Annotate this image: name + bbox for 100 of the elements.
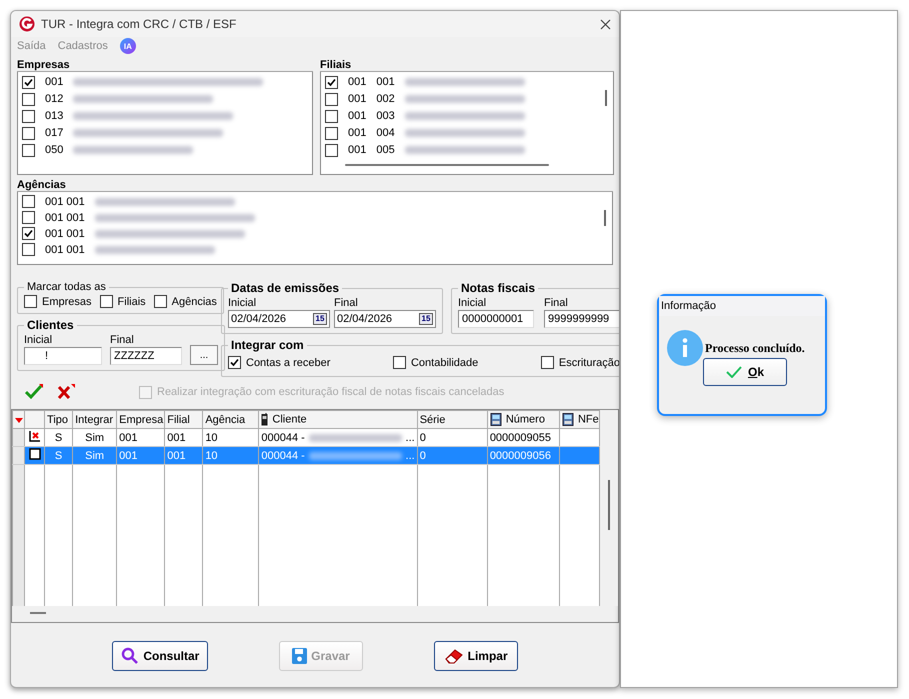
ok-button[interactable]: Ok <box>703 358 787 386</box>
action-button[interactable]: Consultar <box>112 641 208 671</box>
search-icon <box>121 647 140 665</box>
table-cell: Sim <box>85 450 104 462</box>
checkbox-label: Contabilidade <box>410 356 478 368</box>
list-item-code: 005 <box>376 144 395 156</box>
list-item-code: 001 001 <box>45 228 85 240</box>
checkbox[interactable] <box>22 227 35 240</box>
device-icon <box>490 413 502 426</box>
device-icon <box>562 413 574 426</box>
column-title: Série <box>420 414 446 426</box>
column-header[interactable]: Empresa <box>116 410 165 428</box>
list-item-code: 004 <box>376 127 395 139</box>
table-cell: S <box>54 432 62 444</box>
checkbox[interactable] <box>392 356 406 369</box>
table-cell: ... <box>406 450 415 462</box>
table-cell: 0 <box>420 450 426 462</box>
column-title: Empresa <box>119 414 164 426</box>
table-cell: 000044 - <box>261 432 305 444</box>
group-title: Clientes <box>26 318 75 332</box>
checkbox[interactable] <box>325 76 338 88</box>
field-label: Inicial <box>458 297 488 309</box>
column-header[interactable]: Cliente <box>258 410 418 428</box>
group-title: Datas de emissões <box>230 281 340 295</box>
phone-icon <box>261 413 268 426</box>
column-header[interactable] <box>12 410 25 428</box>
input-field[interactable]: ! <box>24 347 102 365</box>
table-cell: 000044 - <box>261 450 305 462</box>
app-logo-icon <box>19 16 35 32</box>
list-item-code: 003 <box>376 110 395 122</box>
column-title: Agência <box>205 414 246 426</box>
list-item-code: 001 <box>45 76 64 88</box>
ai-badge[interactable]: IA <box>120 38 136 54</box>
date-field[interactable]: 02/04/2026 15 <box>228 310 330 328</box>
checkbox[interactable] <box>154 295 167 308</box>
column-header[interactable]: Filial <box>164 410 203 428</box>
checkbox[interactable] <box>325 92 338 106</box>
eraser-icon <box>444 647 464 665</box>
input-field[interactable]: 9999999999 <box>544 310 619 328</box>
checkbox-label: Agências <box>172 296 217 308</box>
checkbox[interactable] <box>540 356 554 369</box>
checkbox[interactable] <box>24 295 37 308</box>
field-label: Final <box>110 334 135 346</box>
column-header[interactable]: Número <box>487 410 560 428</box>
confirm-check-icon[interactable] <box>25 384 43 400</box>
close-icon[interactable] <box>600 18 611 30</box>
input-field[interactable]: ZZZZZZ <box>110 347 182 365</box>
checkbox[interactable] <box>325 144 338 156</box>
field-label: Inicial <box>24 334 54 346</box>
list-item-code: 001 <box>376 76 395 88</box>
sort-caret-icon <box>15 418 23 422</box>
checkbox[interactable] <box>22 144 35 156</box>
browse-button[interactable]: ... <box>190 345 218 365</box>
checkbox-label: Filiais <box>118 296 146 308</box>
list-item-code: 001 <box>348 110 366 122</box>
checkbox[interactable] <box>325 110 338 122</box>
list-item-code: 001 001 <box>45 212 85 224</box>
list-item-code: 017 <box>45 127 64 139</box>
checkbox[interactable] <box>325 126 338 140</box>
date-field[interactable]: 02/04/2026 15 <box>334 310 436 328</box>
info-icon <box>667 330 703 366</box>
calendar-button[interactable]: 15 <box>419 313 433 325</box>
input-field[interactable]: 0000000001 <box>458 310 534 328</box>
table-cell: 0000009056 <box>490 450 551 462</box>
checkbox[interactable] <box>22 92 35 106</box>
rejected-checkbox-icon[interactable] <box>28 430 41 442</box>
checkbox[interactable] <box>228 356 241 369</box>
checkbox[interactable] <box>22 126 35 140</box>
column-header[interactable]: NFe <box>559 410 600 428</box>
list-item-code: 050 <box>45 144 64 156</box>
table-cell: Sim <box>85 432 104 444</box>
field-label: Final <box>544 297 569 309</box>
column-title: NFe <box>578 413 599 426</box>
table-cell: 001 <box>167 450 186 462</box>
checkbox[interactable] <box>22 211 35 224</box>
checkbox-icon[interactable] <box>28 448 41 460</box>
action-button[interactable]: Limpar <box>434 641 518 671</box>
table-cell: ... <box>406 432 415 444</box>
group-title: Marcar todas as <box>26 281 107 293</box>
list-item-code: 001 <box>348 144 366 156</box>
field-label: Inicial <box>228 297 258 309</box>
checkbox[interactable] <box>22 195 35 208</box>
checkbox[interactable] <box>22 243 35 256</box>
table-cell: S <box>54 450 62 462</box>
group-title: Integrar com <box>230 338 305 352</box>
column-title: Tipo <box>47 414 68 426</box>
table-cell: 0 <box>420 432 426 444</box>
calendar-button[interactable]: 15 <box>313 313 327 325</box>
cancel-x-icon[interactable] <box>57 384 75 400</box>
table-cell: 001 <box>119 432 138 444</box>
column-header[interactable]: Série <box>417 410 488 428</box>
column-header[interactable]: Agência <box>202 410 259 428</box>
list-item-code: 013 <box>45 110 64 122</box>
column-header[interactable]: Integrar <box>72 410 117 428</box>
list-item-code: 001 <box>348 127 366 139</box>
checkbox[interactable] <box>22 110 35 122</box>
dialog-title: Informação <box>661 300 716 312</box>
column-header[interactable]: Tipo <box>44 410 73 428</box>
checkbox[interactable] <box>100 295 113 308</box>
checkbox[interactable] <box>22 76 35 88</box>
